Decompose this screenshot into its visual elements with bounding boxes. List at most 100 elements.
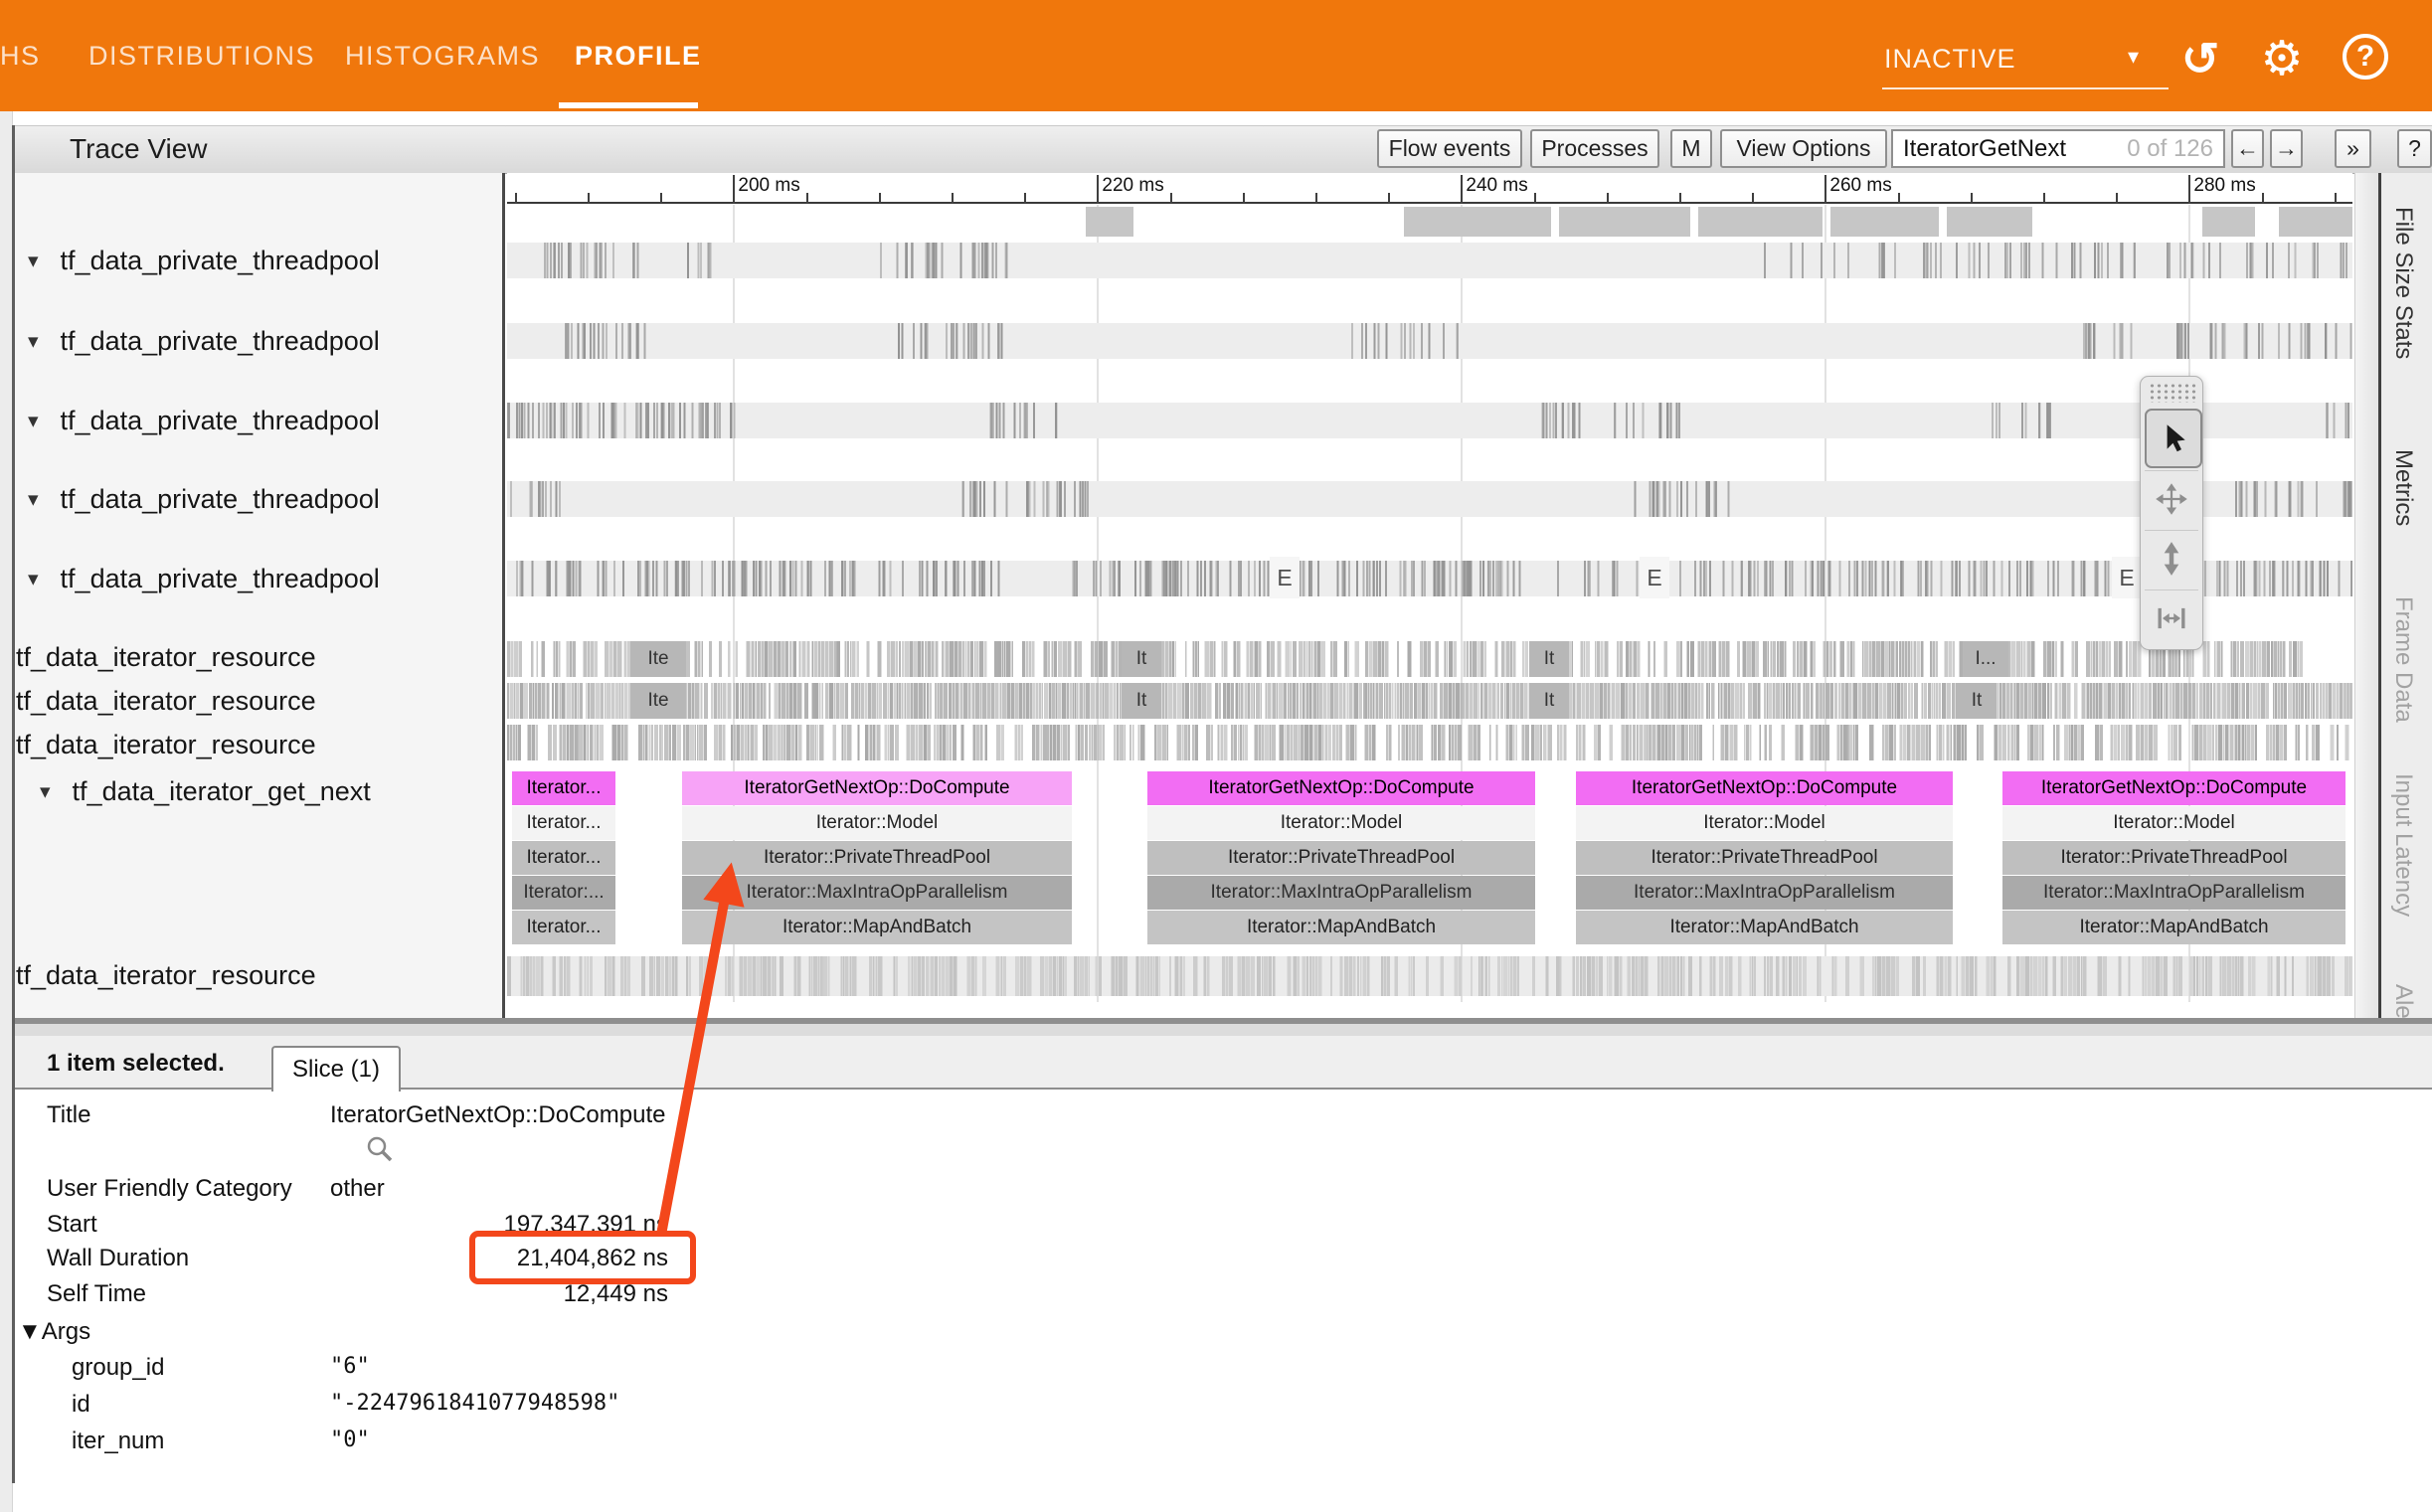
- help-icon[interactable]: ?: [2343, 34, 2388, 80]
- get-next-slice[interactable]: IteratorGetNextOp::DoCompute: [682, 771, 1072, 805]
- tab-hs[interactable]: HS: [0, 0, 41, 111]
- iterator-subslice[interactable]: Iterator::Model: [1147, 806, 1535, 840]
- zoom-tool-button[interactable]: [2145, 530, 2198, 587]
- measure-range-icon: [2154, 600, 2189, 636]
- iterator-subslice[interactable]: Iterator...: [512, 806, 615, 840]
- iterator-subslice[interactable]: Iterator::MapAndBatch: [2002, 911, 2345, 944]
- track-label-text: tf_data_iterator_get_next: [73, 776, 371, 807]
- search-input[interactable]: IteratorGetNext: [1893, 135, 2127, 163]
- arg-value-group-id: "6": [330, 1354, 370, 1379]
- iterator-subslice[interactable]: Iterator...: [512, 841, 615, 875]
- resource-slice-label[interactable]: It: [1122, 641, 1161, 677]
- args-section-header[interactable]: ▼Args: [18, 1318, 90, 1346]
- track-label-expandable-0[interactable]: ▾ tf_data_private_threadpool: [28, 244, 380, 277]
- resource-slice-label[interactable]: Ite: [630, 683, 686, 719]
- iterator-subslice[interactable]: Iterator::MaxIntraOpParallelism: [2002, 876, 2345, 910]
- iterator-subslice[interactable]: Iterator::Model: [2002, 806, 2345, 840]
- iterator-subslice[interactable]: Iterator::PrivateThreadPool: [2002, 841, 2345, 875]
- expand-triangle-icon[interactable]: ▾: [28, 249, 39, 273]
- side-tab-metrics[interactable]: Metrics: [2389, 449, 2417, 526]
- resource-row-noise-3: [507, 725, 2352, 760]
- iterator-subslice[interactable]: Iterator...: [512, 911, 615, 944]
- track-label-expandable-4[interactable]: ▾tf_data_private_threadpool: [28, 562, 380, 595]
- tab-profile[interactable]: PROFILE: [575, 0, 702, 111]
- m-button[interactable]: M: [1670, 129, 1712, 168]
- select-tool-button[interactable]: [2145, 409, 2202, 468]
- magnifier-icon[interactable]: [364, 1133, 396, 1165]
- partial-track-block: [2279, 207, 2352, 237]
- chevron-down-icon[interactable]: ▾: [2128, 44, 2139, 70]
- arg-value-iter-num: "0": [330, 1428, 370, 1452]
- thread-band-noise-3: [507, 403, 2352, 438]
- trace-help-button[interactable]: ?: [2397, 129, 2432, 168]
- tab-slice[interactable]: Slice (1): [271, 1046, 401, 1092]
- side-tab-input-latency: Input Latency: [2389, 773, 2417, 917]
- view-options-button[interactable]: View Options: [1720, 129, 1887, 168]
- expand-triangle-icon[interactable]: ▾: [28, 487, 39, 512]
- field-label-self-time: Self Time: [47, 1280, 146, 1308]
- expand-panel-button[interactable]: »: [2335, 129, 2371, 168]
- resource-slice-label[interactable]: It: [1122, 683, 1161, 719]
- iterator-subslice[interactable]: Iterator::MaxIntraOpParallelism: [682, 876, 1072, 910]
- thread-band-noise-1: [507, 243, 2352, 278]
- track-label-text: tf_data_private_threadpool: [61, 406, 380, 436]
- find-next-button[interactable]: →: [2270, 129, 2303, 168]
- refresh-icon[interactable]: ↺: [2173, 32, 2227, 85]
- iterator-subslice[interactable]: Iterator::MaxIntraOpParallelism: [1576, 876, 1953, 910]
- partial-track-block: [1947, 207, 2032, 237]
- track-label-expandable-3[interactable]: ▾tf_data_private_threadpool: [28, 482, 380, 516]
- palette-drag-handle[interactable]: [2149, 383, 2196, 403]
- iterator-subslice[interactable]: Iterator:...: [512, 876, 615, 910]
- iterator-subslice[interactable]: Iterator::Model: [1576, 806, 1953, 840]
- iterator-subslice[interactable]: Iterator::MapAndBatch: [1576, 911, 1953, 944]
- track-label-text: tf_data_private_threadpool: [61, 246, 380, 276]
- resource-slice-label[interactable]: Ite: [630, 641, 686, 677]
- ruler-tick: [1461, 175, 1463, 204]
- tab-histograms[interactable]: HISTOGRAMS: [345, 0, 540, 111]
- iterator-subslice[interactable]: Iterator::MaxIntraOpParallelism: [1147, 876, 1535, 910]
- ruler-tick: [2262, 193, 2264, 204]
- resource-slice-label[interactable]: It: [1957, 683, 1997, 719]
- partial-track-block: [2202, 207, 2255, 237]
- resource-slice-label[interactable]: It: [1529, 683, 1569, 719]
- expand-triangle-icon[interactable]: ▾: [40, 779, 51, 804]
- get-next-slice[interactable]: Iterator...: [512, 771, 615, 805]
- settings-icon[interactable]: ⚙: [2255, 32, 2309, 85]
- iterator-subslice[interactable]: Iterator::MapAndBatch: [682, 911, 1072, 944]
- trace-search-box[interactable]: IteratorGetNext 0 of 126: [1891, 129, 2225, 168]
- iterator-subslice[interactable]: Iterator::PrivateThreadPool: [1147, 841, 1535, 875]
- track-label-expandable-1[interactable]: ▾tf_data_private_threadpool: [28, 324, 380, 358]
- vertical-scrollbar[interactable]: [2354, 173, 2379, 1018]
- timing-tool-button[interactable]: [2145, 589, 2198, 646]
- find-prev-button[interactable]: ←: [2231, 129, 2264, 168]
- flow-events-button[interactable]: Flow events: [1377, 129, 1522, 168]
- get-next-slice[interactable]: IteratorGetNextOp::DoCompute: [1147, 771, 1535, 805]
- run-selector[interactable]: INACTIVE: [1884, 44, 2016, 75]
- ruler-tick: [1679, 193, 1681, 204]
- resource-row-noise-1: [507, 641, 2303, 677]
- async-event-marker[interactable]: E: [2112, 557, 2142, 598]
- expand-triangle-icon[interactable]: ▾: [28, 409, 39, 433]
- iterator-subslice[interactable]: Iterator::PrivateThreadPool: [682, 841, 1072, 875]
- resource-slice-label[interactable]: I...: [1963, 641, 2008, 677]
- expand-triangle-icon[interactable]: ▾: [28, 329, 39, 354]
- async-event-marker[interactable]: E: [1640, 557, 1669, 598]
- field-label-wall-duration: Wall Duration: [47, 1245, 189, 1272]
- processes-button[interactable]: Processes: [1530, 129, 1659, 168]
- track-label-expandable-2[interactable]: ▾ tf_data_private_threadpool: [28, 404, 380, 437]
- iterator-subslice[interactable]: Iterator::MapAndBatch: [1147, 911, 1535, 944]
- iterator-subslice[interactable]: Iterator::Model: [682, 806, 1072, 840]
- pan-tool-button[interactable]: [2145, 470, 2198, 527]
- partial-track-block: [1086, 207, 1133, 237]
- side-tab-file-size-stats[interactable]: File Size Stats: [2389, 207, 2417, 359]
- iterator-subslice[interactable]: Iterator::PrivateThreadPool: [1576, 841, 1953, 875]
- get-next-slice[interactable]: IteratorGetNextOp::DoCompute: [2002, 771, 2345, 805]
- track-label-expandable-8[interactable]: ▾ tf_data_iterator_get_next: [40, 774, 371, 808]
- tab-distributions[interactable]: DISTRIBUTIONS: [88, 0, 315, 111]
- resource-slice-label[interactable]: It: [1529, 641, 1569, 677]
- get-next-slice[interactable]: IteratorGetNextOp::DoCompute: [1576, 771, 1953, 805]
- expand-triangle-icon[interactable]: ▾: [28, 567, 39, 591]
- arg-value-id: "-2247961841077948598": [330, 1391, 619, 1416]
- horizontal-scrollbar[interactable]: [15, 1024, 2432, 1036]
- async-event-marker[interactable]: E: [1270, 557, 1300, 598]
